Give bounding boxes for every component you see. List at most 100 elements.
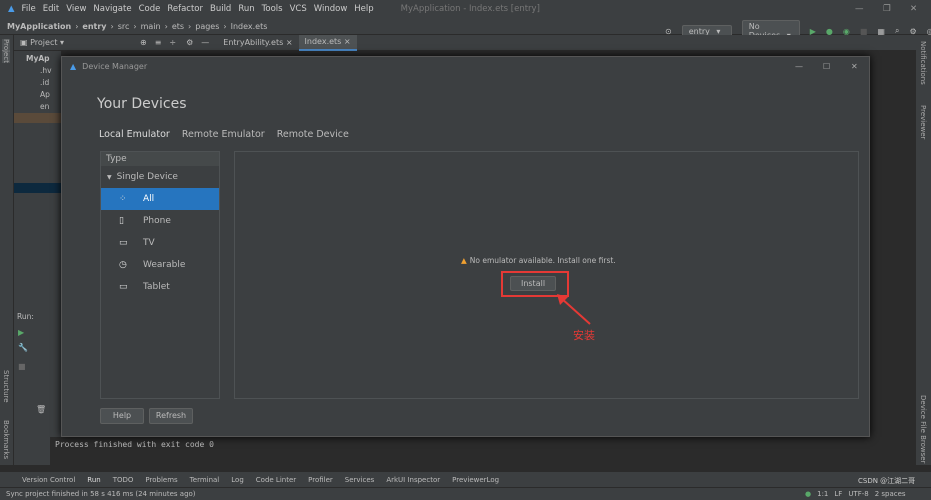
warning-icon: ▲ [461,256,467,265]
menu-window[interactable]: Window [314,4,348,14]
menu-view[interactable]: View [66,4,86,14]
side-tab-notifications[interactable]: Notifications [919,41,927,85]
annotation-arrow [557,294,591,325]
tree-item[interactable]: en [26,101,61,113]
minimize-button[interactable]: — [855,4,864,14]
crumb-ets[interactable]: ets [172,22,184,31]
type-wearable[interactable]: ◷ Wearable [101,254,219,276]
tab-code-linter[interactable]: Code Linter [256,476,296,484]
menu-build[interactable]: Build [210,4,231,14]
install-button[interactable]: Install [510,276,556,291]
tablet-icon: ▭ [119,282,128,292]
tab-run[interactable]: Run [87,476,100,484]
dialog-close-button[interactable]: ✕ [851,62,858,71]
all-icon: ⁘ [119,194,127,204]
side-tab-project[interactable]: Project [2,39,10,63]
locate-icon[interactable]: ⊕ [140,38,147,47]
tab-version-control[interactable]: Version Control [22,476,75,484]
tab-remote-device[interactable]: Remote Device [277,129,349,140]
tab-arkui-inspector[interactable]: ArkUI Inspector [386,476,440,484]
panel-settings-icon[interactable]: ⚙ [186,38,193,47]
type-phone[interactable]: ▯ Phone [101,210,219,232]
indent[interactable]: 2 spaces [875,490,906,498]
menu-tools[interactable]: Tools [262,4,283,14]
device-tabs: Local Emulator Remote Emulator Remote De… [99,129,349,140]
menu-bar: ▲ File Edit View Navigate Code Refactor … [0,0,931,18]
status-bar: Sync project finished in 58 s 416 ms (24… [0,477,931,500]
tab-terminal[interactable]: Terminal [190,476,220,484]
crumb-main[interactable]: main [141,22,161,31]
project-view-select[interactable]: ▣ Project ▾ [20,38,140,47]
tab-index[interactable]: Index.ets × [298,34,357,51]
type-all[interactable]: ⁘ All [101,188,219,210]
tab-local-emulator[interactable]: Local Emulator [99,129,170,140]
tab-remote-emulator[interactable]: Remote Emulator [182,129,265,140]
type-tv[interactable]: ▭ TV [101,232,219,254]
dialog-title: Device Manager [82,61,148,71]
dialog-minimize-button[interactable]: — [795,62,803,71]
menu-refactor[interactable]: Refactor [167,4,203,14]
device-manager-dialog: ▲ Device Manager — ☐ ✕ Your Devices Loca… [61,56,870,437]
side-tab-structure[interactable]: Structure [2,370,10,403]
dialog-titlebar: ▲ Device Manager — ☐ ✕ [62,57,869,75]
tree-item[interactable]: MyAp [26,53,61,65]
device-manager-icon: ▲ [70,61,77,71]
side-tab-bookmarks[interactable]: Bookmarks [2,420,10,459]
close-window-button[interactable]: ✕ [910,4,917,14]
trash-icon[interactable]: 🗑 [36,405,46,414]
right-tool-strip: Notifications Previewer Device File Brow… [916,35,931,465]
crumb-project[interactable]: MyApplication [7,22,71,31]
crumb-src[interactable]: src [118,22,130,31]
project-tree: MyAp .hv .id Ap en [14,51,61,311]
tab-todo[interactable]: TODO [113,476,134,484]
tab-log[interactable]: Log [231,476,244,484]
tab-problems[interactable]: Problems [145,476,177,484]
collapse-icon[interactable]: ≡ [155,38,162,47]
status-message[interactable]: Sync project finished in 58 s 416 ms (24… [6,490,196,498]
type-tablet[interactable]: ▭ Tablet [101,276,219,298]
stop-run-icon[interactable]: ■ [18,362,26,371]
expand-icon[interactable]: ÷ [169,38,176,47]
menu-navigate[interactable]: Navigate [93,4,131,14]
side-tab-device-file-browser[interactable]: Device File Browser [919,395,927,463]
crumb-pages[interactable]: pages [195,22,219,31]
run-label: Run: [17,312,34,321]
line-separator[interactable]: LF [834,490,842,498]
menu-edit[interactable]: Edit [43,4,59,14]
menu-run[interactable]: Run [238,4,254,14]
tree-highlight-row[interactable] [14,183,61,193]
menu-file[interactable]: File [22,4,36,14]
tree-selected-row[interactable] [14,113,61,123]
dialog-maximize-button[interactable]: ☐ [823,62,830,71]
menu-help[interactable]: Help [354,4,373,14]
side-tab-previewer[interactable]: Previewer [919,105,927,139]
type-header: Type [101,152,219,166]
triangle-down-icon: ▼ [107,173,112,181]
encoding[interactable]: UTF-8 [848,490,868,498]
tv-icon: ▭ [119,238,128,248]
crumb-entry[interactable]: entry [82,22,106,31]
hide-panel-icon[interactable]: — [201,38,209,47]
tab-services[interactable]: Services [345,476,375,484]
rerun-icon[interactable]: ▶ [18,328,24,337]
tab-profiler[interactable]: Profiler [308,476,333,484]
tab-entryability[interactable]: EntryAbility.ets × [217,35,298,51]
dialog-heading: Your Devices [97,96,187,112]
caret-position[interactable]: 1:1 [817,490,828,498]
help-button[interactable]: Help [100,408,144,424]
group-single-device[interactable]: ▼ Single Device [101,166,219,188]
menu-code[interactable]: Code [139,4,161,14]
tree-item[interactable]: Ap [26,89,61,101]
crumb-file[interactable]: Index.ets [231,22,268,31]
refresh-button[interactable]: Refresh [149,408,193,424]
tree-item[interactable]: .hv [26,65,61,77]
tree-item[interactable]: .id [26,77,61,89]
window-title: MyApplication - Index.ets [entry] [400,4,540,14]
phone-icon: ▯ [119,216,124,226]
empty-message: ▲ No emulator available. Install one fir… [461,256,616,265]
maximize-button[interactable]: ❐ [883,4,891,14]
tab-previewer-log[interactable]: PreviewerLog [452,476,499,484]
bottom-tool-tabs: Version Control Run TODO Problems Termin… [0,472,931,487]
menu-vcs[interactable]: VCS [290,4,307,14]
wrench-icon[interactable]: 🔧 [18,343,28,352]
